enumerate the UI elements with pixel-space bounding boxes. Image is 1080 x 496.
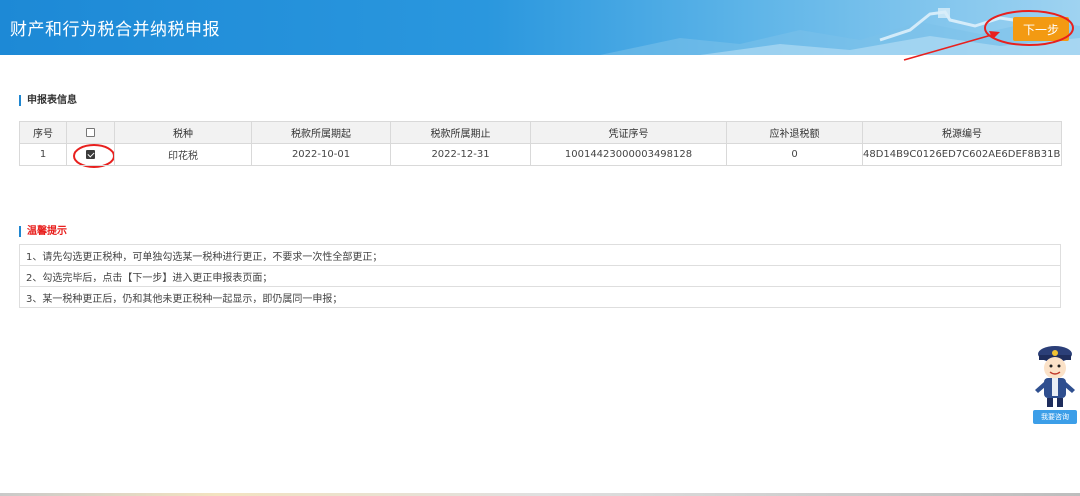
col-header-index: 序号 <box>19 121 67 144</box>
report-info-section-title: 申报表信息 <box>19 95 77 106</box>
tips-section-title: 温馨提示 <box>19 226 67 237</box>
tip-item: 3、某一税种更正后，仍和其他未更正税种一起显示，即仍属同一申报； <box>19 286 1061 308</box>
app-header: 财产和行为税合并纳税申报 下一步 <box>0 0 1080 55</box>
cell-select <box>66 143 115 166</box>
cell-source-no: 48D14B9C0126ED7C602AE6DEF8B31BD5 <box>862 143 1062 166</box>
table-header-row: 序号 税种 税款所属期起 税款所属期止 凭证序号 应补退税额 税源编号 <box>19 121 1062 144</box>
tip-item: 2、勾选完毕后，点击【下一步】进入更正申报表页面； <box>19 265 1061 287</box>
report-table: 序号 税种 税款所属期起 税款所属期止 凭证序号 应补退税额 税源编号 1 印花… <box>19 121 1062 166</box>
col-header-period-end: 税款所属期止 <box>390 121 531 144</box>
table-row[interactable]: 1 印花税 2022-10-01 2022-12-31 100144230000… <box>19 143 1062 166</box>
col-header-tax-type: 税种 <box>114 121 252 144</box>
col-header-source-no: 税源编号 <box>862 121 1062 144</box>
cell-voucher-no: 10014423000003498128 <box>530 143 727 166</box>
cell-period-end: 2022-12-31 <box>390 143 531 166</box>
cell-index: 1 <box>19 143 67 166</box>
row-checkbox[interactable] <box>86 149 95 159</box>
select-all-checkbox[interactable] <box>86 127 95 137</box>
tips-list: 1、请先勾选更正税种，可单独勾选某一税种进行更正，不要求一次性全部更正； 2、勾… <box>19 244 1061 308</box>
col-header-period-start: 税款所属期起 <box>251 121 391 144</box>
cell-period-start: 2022-10-01 <box>251 143 391 166</box>
consult-button[interactable]: 我要咨询 <box>1033 410 1077 424</box>
page-title: 财产和行为税合并纳税申报 <box>10 20 220 40</box>
col-header-amount: 应补退税额 <box>726 121 863 144</box>
cell-tax-type: 印花税 <box>114 143 252 166</box>
next-step-button[interactable]: 下一步 <box>1013 17 1069 41</box>
col-header-voucher-no: 凭证序号 <box>530 121 727 144</box>
col-header-select-all <box>66 121 115 144</box>
tip-item: 1、请先勾选更正税种，可单独勾选某一税种进行更正，不要求一次性全部更正； <box>19 244 1061 266</box>
cell-amount: 0 <box>726 143 863 166</box>
